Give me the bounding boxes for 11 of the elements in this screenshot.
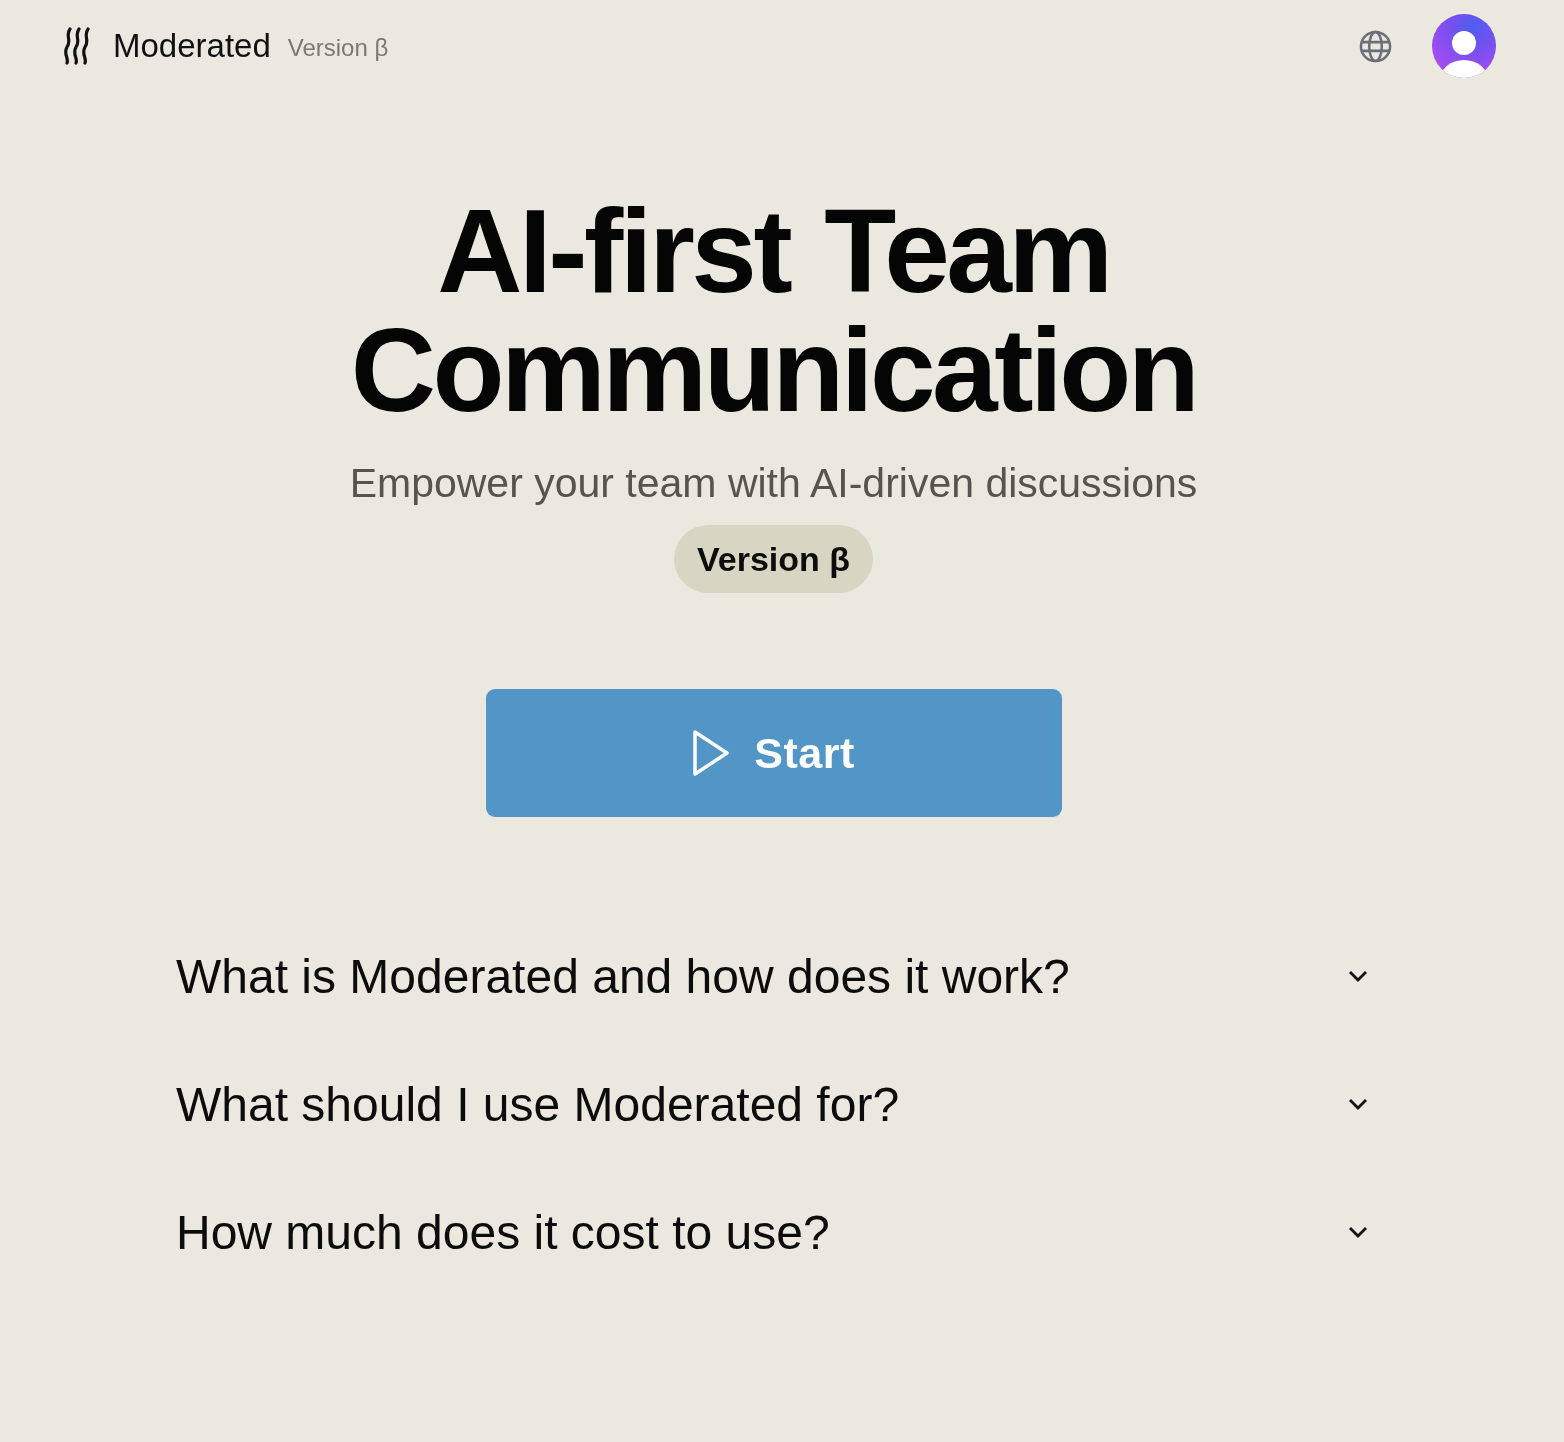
avatar-icon[interactable] <box>1432 14 1496 78</box>
play-icon <box>692 729 731 777</box>
faq-question[interactable]: How much does it cost to use? <box>176 1168 1371 1296</box>
faq-question[interactable]: What should I use Moderated for? <box>176 1040 1371 1168</box>
brand-name: Moderated <box>113 27 271 65</box>
hero-subtitle: Empower your team with AI-driven discussions <box>349 460 1198 506</box>
version-badge: Version β <box>673 525 873 593</box>
hero-title: AI-first Team Communication <box>349 192 1198 430</box>
globe-icon[interactable] <box>1359 29 1392 63</box>
faq-question[interactable]: What is Moderated and how does it work? <box>176 912 1371 1040</box>
version-label: Version β <box>287 34 389 62</box>
